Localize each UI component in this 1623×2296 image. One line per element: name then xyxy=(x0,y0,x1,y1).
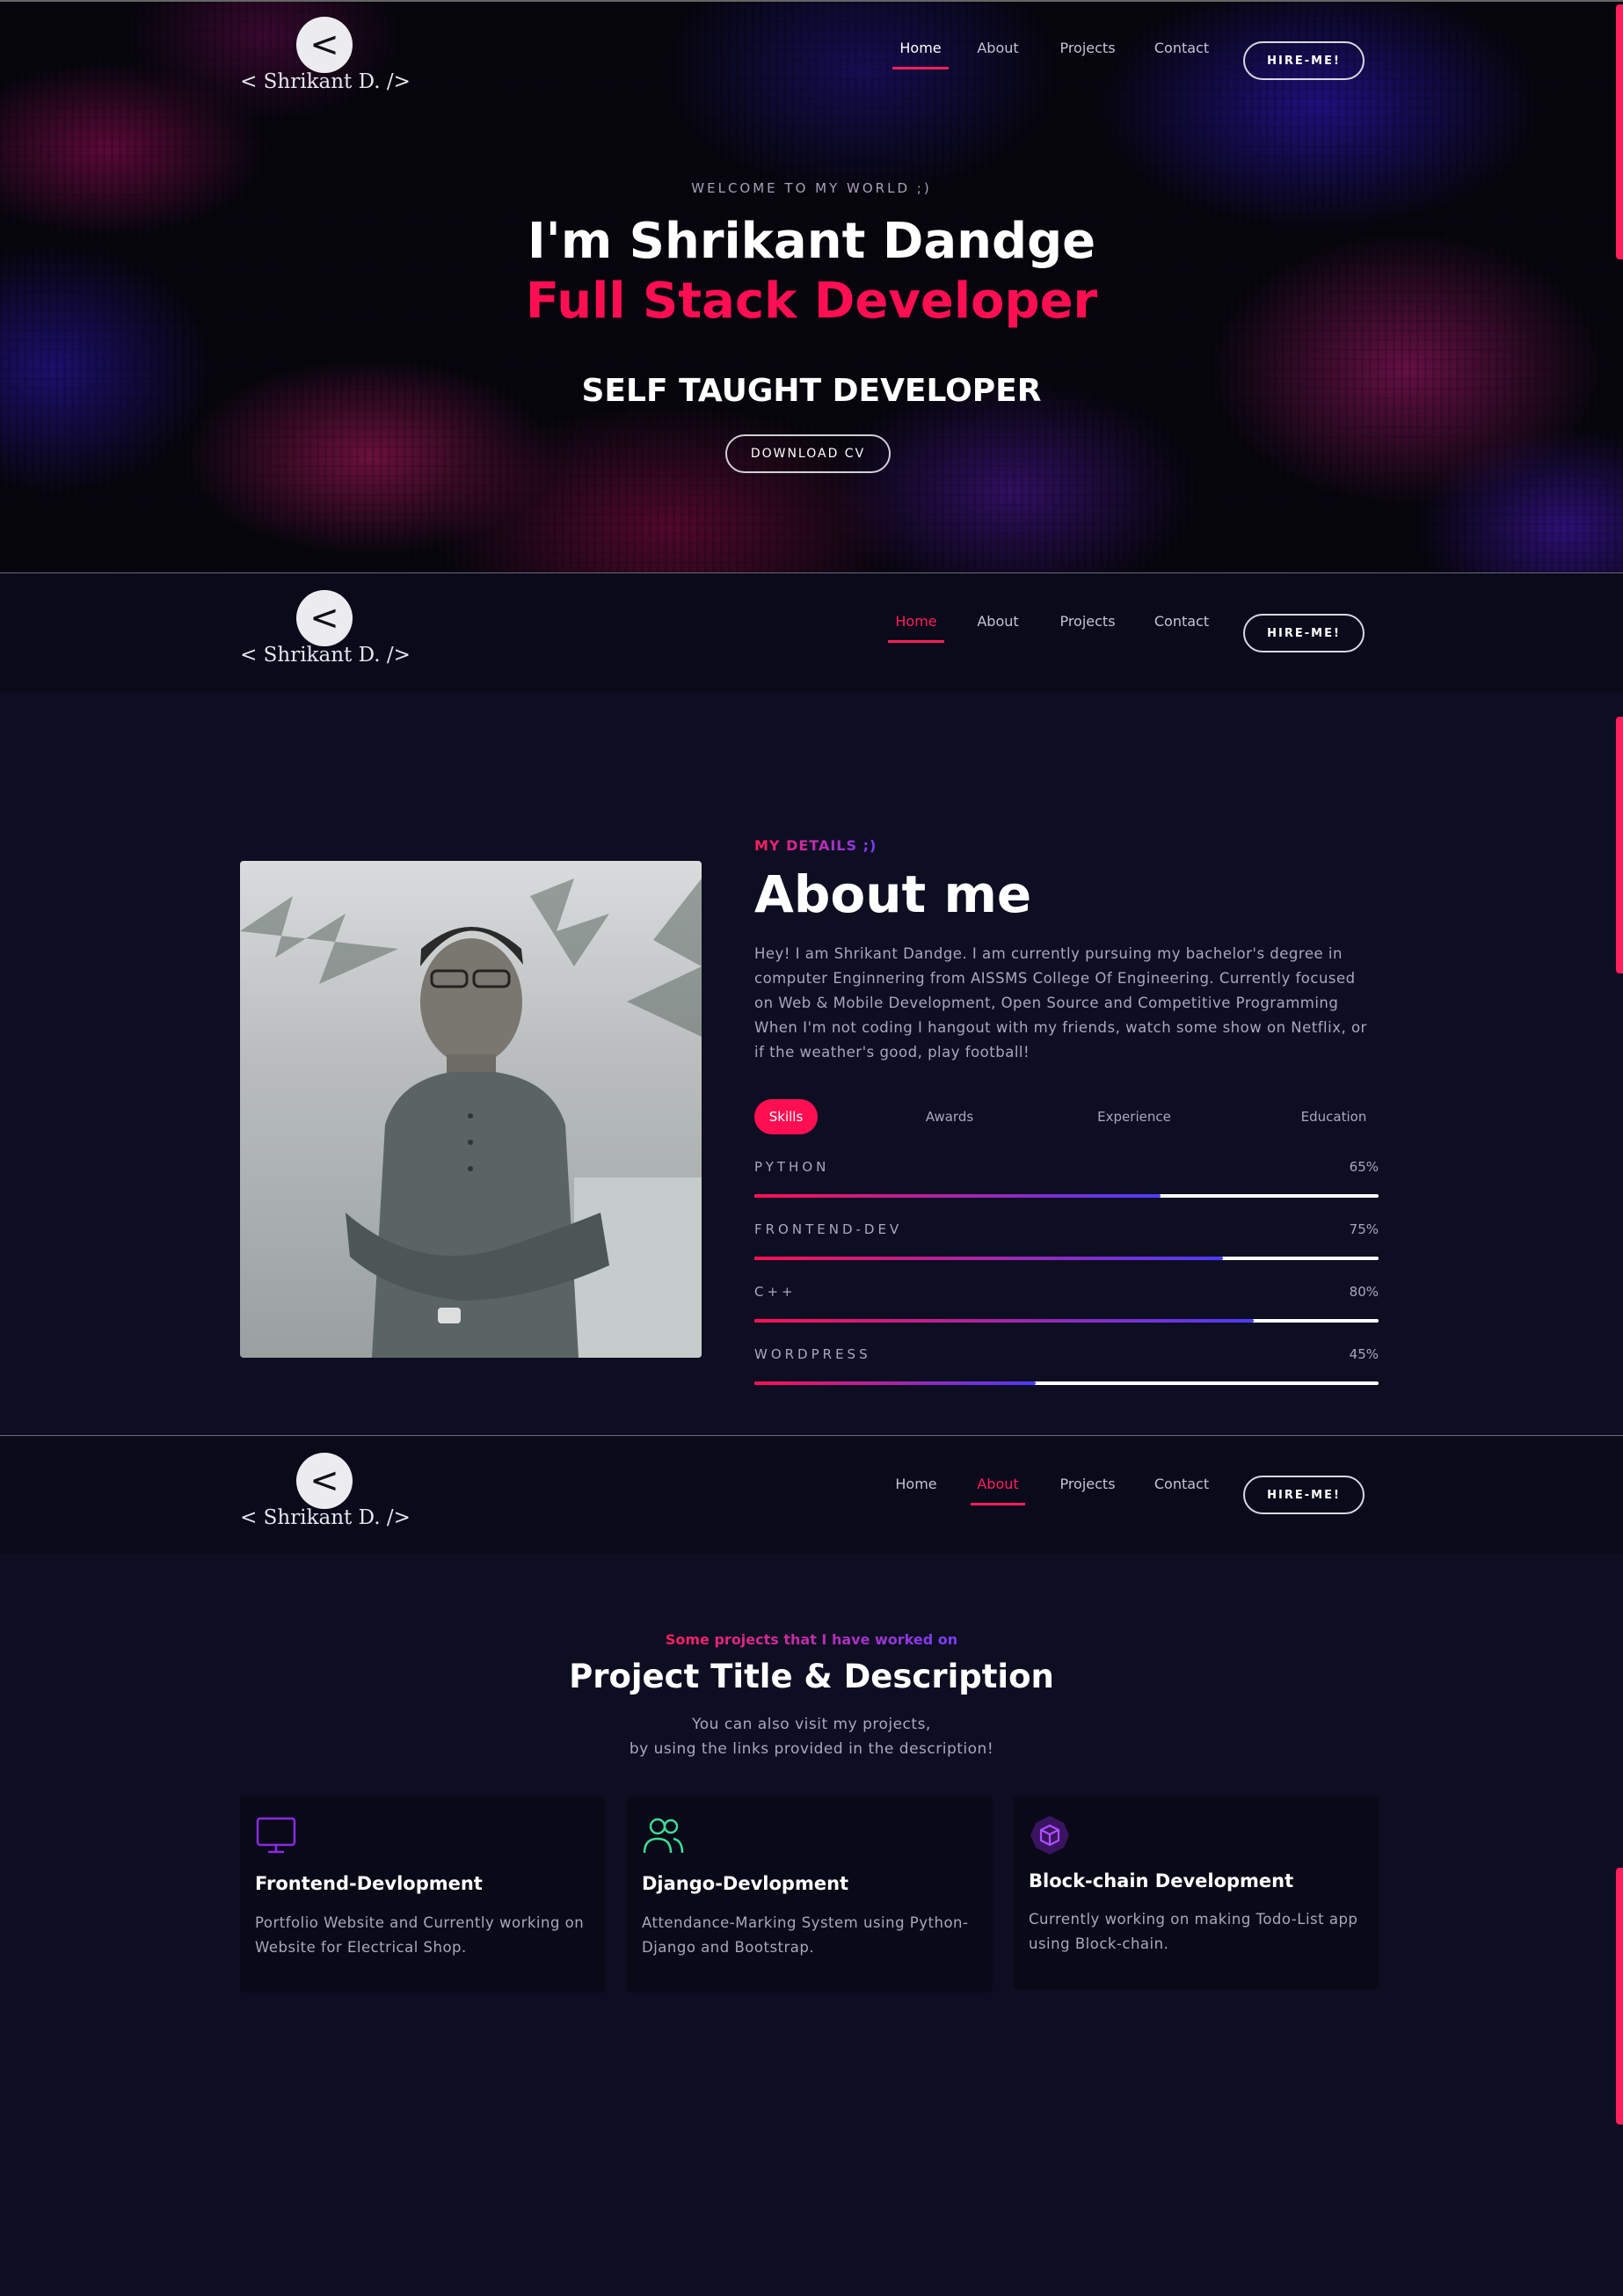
skill-wordpress: WORDPRESS 45% xyxy=(754,1346,1379,1399)
about-label: MY DETAILS ;) xyxy=(754,837,877,854)
about-navbar: < < Shrikant D. /> Home About Projects C… xyxy=(0,572,1623,691)
nav-contact[interactable]: Contact xyxy=(1154,613,1210,640)
about-description: Hey! I am Shrikant Dandge. I am currentl… xyxy=(754,945,1367,1061)
skill-bar-fill xyxy=(754,1381,1036,1385)
nav-projects[interactable]: Projects xyxy=(1058,613,1117,640)
hero-role: Full Stack Developer xyxy=(525,273,1098,330)
profile-photo-illustration xyxy=(240,878,702,1358)
skill-name: C++ xyxy=(754,1284,797,1300)
hero-navbar: < < Shrikant D. /> Home About Projects C… xyxy=(0,0,1623,119)
monitor-icon xyxy=(256,1817,296,1854)
card-title: Django-Devlopment xyxy=(642,1873,849,1894)
scroll-indicator[interactable] xyxy=(1616,1868,1623,2125)
tab-experience[interactable]: Experience xyxy=(1088,1099,1180,1134)
logo[interactable]: < < Shrikant D. /> xyxy=(237,593,413,672)
skill-cpp: C++ 80% xyxy=(754,1284,1379,1337)
skill-bar-fill xyxy=(754,1319,1254,1323)
logo-badge-icon: < xyxy=(299,19,350,70)
project-card-blockchain[interactable]: Block-chain Development Currently workin… xyxy=(1014,1797,1379,1989)
skill-bar xyxy=(754,1194,1379,1198)
nav-projects[interactable]: Projects xyxy=(1058,1476,1117,1503)
nav-home[interactable]: Home xyxy=(888,613,944,643)
scroll-indicator[interactable] xyxy=(1616,717,1623,973)
profile-photo xyxy=(240,861,702,1358)
tab-awards[interactable]: Awards xyxy=(913,1099,986,1134)
card-text: Currently working on making Todo-List ap… xyxy=(1029,1911,1358,1952)
nav-contact[interactable]: Contact xyxy=(1154,40,1210,67)
skill-bar xyxy=(754,1257,1379,1260)
skill-percent: 80% xyxy=(1349,1284,1379,1300)
project-card-django[interactable]: Django-Devlopment Attendance-Marking Sys… xyxy=(627,1797,993,1993)
projects-navbar: < < Shrikant D. /> Home About Projects C… xyxy=(0,1435,1623,1554)
hero-tagline: SELF TAUGHT DEVELOPER xyxy=(581,373,1042,409)
logo-badge-icon: < xyxy=(299,1455,350,1506)
hero-name: I'm Shrikant Dandge xyxy=(527,213,1096,270)
skill-name: PYTHON xyxy=(754,1159,830,1175)
skill-python: PYTHON 65% xyxy=(754,1159,1379,1212)
projects-title: Project Title & Description xyxy=(569,1658,1054,1695)
about-tabs: Skills Awards Experience Education xyxy=(754,1099,1379,1136)
logo-text: < Shrikant D. /> xyxy=(240,1506,411,1529)
logo-badge-icon: < xyxy=(299,593,350,644)
nav-about[interactable]: About xyxy=(976,613,1020,640)
skill-name: FRONTEND-DEV xyxy=(754,1221,903,1237)
projects-subtitle: You can also visit my projects, by using… xyxy=(0,1712,1623,1761)
logo[interactable]: < < Shrikant D. /> xyxy=(237,1455,413,1534)
users-icon xyxy=(643,1818,684,1854)
tab-education[interactable]: Education xyxy=(1289,1099,1379,1134)
logo-text: < Shrikant D. /> xyxy=(240,70,411,93)
nav-home[interactable]: Home xyxy=(892,40,949,69)
skill-bar xyxy=(754,1319,1379,1323)
card-title: Frontend-Devlopment xyxy=(255,1873,483,1894)
card-text: Attendance-Marking System using Python-D… xyxy=(642,1914,969,1956)
project-card-frontend[interactable]: Frontend-Devlopment Portfolio Website an… xyxy=(240,1797,606,1993)
nav-contact[interactable]: Contact xyxy=(1154,1476,1210,1503)
welcome-text: WELCOME TO MY WORLD ;) xyxy=(691,180,932,196)
projects-label: Some projects that I have worked on xyxy=(665,1631,958,1648)
projects-subtitle-line2: by using the links provided in the descr… xyxy=(629,1740,994,1758)
logo[interactable]: < < Shrikant D. /> xyxy=(237,19,413,98)
skill-percent: 75% xyxy=(1349,1221,1379,1237)
nav-about[interactable]: About xyxy=(976,40,1020,67)
skill-frontend: FRONTEND-DEV 75% xyxy=(754,1221,1379,1274)
about-title: About me xyxy=(754,864,1032,924)
nav-projects[interactable]: Projects xyxy=(1058,40,1117,67)
logo-text: < Shrikant D. /> xyxy=(240,644,411,667)
skill-percent: 45% xyxy=(1349,1346,1379,1362)
download-cv-button[interactable]: DOWNLOAD CV xyxy=(725,434,891,473)
skill-name: WORDPRESS xyxy=(754,1346,871,1362)
skill-bar-fill xyxy=(754,1194,1161,1198)
skill-bar xyxy=(754,1381,1379,1385)
skill-bar-fill xyxy=(754,1257,1223,1260)
card-title: Block-chain Development xyxy=(1029,1870,1294,1891)
tab-skills[interactable]: Skills xyxy=(754,1099,818,1134)
skill-percent: 65% xyxy=(1349,1159,1379,1175)
nav-about[interactable]: About xyxy=(971,1476,1025,1505)
card-text: Portfolio Website and Currently working … xyxy=(255,1914,585,1956)
cube-icon xyxy=(1030,1816,1069,1855)
hire-me-button[interactable]: HIRE-ME! xyxy=(1243,614,1365,652)
hire-me-button[interactable]: HIRE-ME! xyxy=(1243,1476,1365,1514)
hire-me-button[interactable]: HIRE-ME! xyxy=(1243,41,1365,80)
nav-home[interactable]: Home xyxy=(888,1476,944,1503)
projects-subtitle-line1: You can also visit my projects, xyxy=(692,1716,931,1733)
